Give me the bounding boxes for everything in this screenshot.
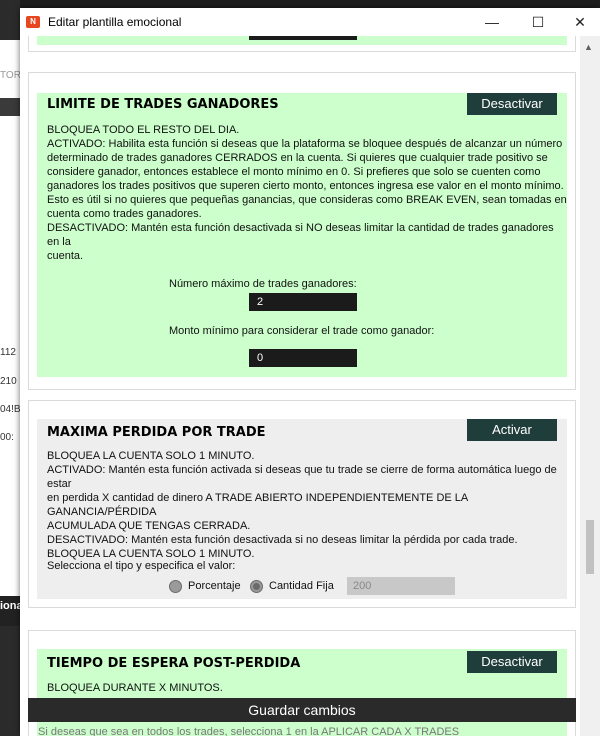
chevron-up-icon[interactable]: ▲ xyxy=(584,42,593,52)
previous-card-panel xyxy=(37,36,567,45)
fixed-amount-radio[interactable] xyxy=(250,580,263,593)
previous-card xyxy=(28,36,576,52)
max-winning-trades-label: Número máximo de trades ganadores: xyxy=(169,278,357,290)
save-changes-button[interactable]: Guardar cambios xyxy=(28,698,576,722)
edit-template-dialog: N Editar plantilla emocional — ☐ ✕ LIMIT… xyxy=(20,8,600,736)
app-logo-icon: N xyxy=(26,16,40,28)
vertical-scrollbar[interactable]: ▲ xyxy=(580,36,600,736)
background-app: TOR 112 210 04!B 00: iona xyxy=(0,0,23,736)
background-band xyxy=(0,98,20,116)
minimize-button[interactable]: — xyxy=(472,8,512,36)
background-footer: iona xyxy=(0,596,23,626)
card-maxima-perdida-por-trade: MAXIMA PERDIDA POR TRADE Activar BLOQUEA… xyxy=(28,400,576,608)
card-description: BLOQUEA TODO EL RESTO DEL DIA. ACTIVADO:… xyxy=(47,124,567,262)
card-limite-trades-ganadores: LIMITE DE TRADES GANADORES Desactivar BL… xyxy=(28,72,576,390)
card-title: TIEMPO DE ESPERA POST-PERDIDA xyxy=(47,656,301,671)
close-button[interactable]: ✕ xyxy=(560,8,600,36)
deactivate-button[interactable]: Desactivar xyxy=(467,93,557,115)
select-type-label: Selecciona el tipo y especifica el valor… xyxy=(47,560,236,572)
scroll-content[interactable]: LIMITE DE TRADES GANADORES Desactivar BL… xyxy=(20,36,580,736)
card-title: LIMITE DE TRADES GANADORES xyxy=(47,97,279,112)
background-panel-lower xyxy=(0,296,20,596)
card-description: BLOQUEA LA CUENTA SOLO 1 MINUTO. ACTIVAD… xyxy=(47,450,557,560)
previous-card-input[interactable] xyxy=(249,36,357,40)
max-loss-value-input[interactable]: 200 xyxy=(347,577,455,595)
fixed-amount-radio-label[interactable]: Cantidad Fija xyxy=(269,580,334,592)
percent-radio[interactable] xyxy=(169,580,182,593)
limite-ganadores-panel: LIMITE DE TRADES GANADORES Desactivar BL… xyxy=(37,93,567,377)
activate-button[interactable]: Activar xyxy=(467,419,557,441)
card-title: MAXIMA PERDIDA POR TRADE xyxy=(47,425,266,440)
deactivate-button[interactable]: Desactivar xyxy=(467,651,557,673)
title-bar[interactable]: N Editar plantilla emocional — ☐ ✕ xyxy=(20,8,600,36)
obscured-help-text: Si deseas que sea en todos los trades, s… xyxy=(38,726,460,736)
card-description: BLOQUEA DURANTE X MINUTOS. xyxy=(47,682,223,694)
scrollbar-thumb[interactable] xyxy=(586,520,594,574)
window-title: Editar plantilla emocional xyxy=(48,15,182,29)
background-text: TOR xyxy=(0,70,20,81)
maxima-perdida-panel: MAXIMA PERDIDA POR TRADE Activar BLOQUEA… xyxy=(37,419,567,599)
percent-radio-label[interactable]: Porcentaje xyxy=(188,580,241,592)
background-text: 00: xyxy=(0,432,14,443)
background-text: 04!B xyxy=(0,404,20,415)
max-winning-trades-input[interactable]: 2 xyxy=(249,293,357,311)
background-text: 112 xyxy=(0,347,16,358)
background-text: 210 xyxy=(0,376,17,387)
tiempo-espera-panel: TIEMPO DE ESPERA POST-PERDIDA Desactivar… xyxy=(37,649,567,736)
maximize-button[interactable]: ☐ xyxy=(518,8,558,36)
min-amount-label: Monto mínimo para considerar el trade co… xyxy=(169,325,435,337)
min-amount-input[interactable]: 0 xyxy=(249,349,357,367)
